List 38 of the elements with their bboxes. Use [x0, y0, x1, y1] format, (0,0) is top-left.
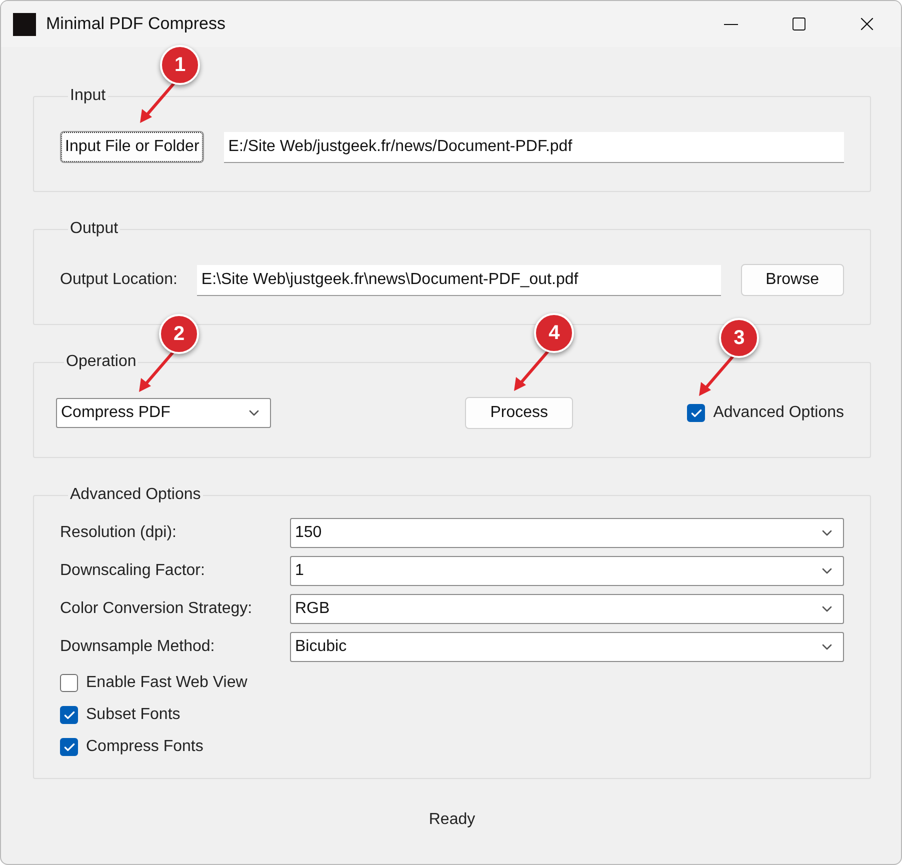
checkbox-label: Advanced Options [713, 404, 844, 422]
option-dropdown[interactable]: Bicubic [290, 632, 844, 662]
checkbox[interactable] [687, 404, 706, 422]
step-marker: 1 [160, 45, 200, 85]
operation-dropdown[interactable]: Compress PDF [56, 398, 271, 428]
checkbox-label: Enable Fast Web View [86, 674, 248, 692]
status-text: Ready [428, 811, 476, 829]
field-label: Color Conversion Strategy: [60, 600, 254, 618]
step-marker: 4 [534, 313, 574, 353]
step-marker: 3 [719, 318, 760, 358]
check-icon [690, 406, 703, 420]
check-icon [62, 740, 76, 754]
checkbox[interactable] [60, 674, 78, 692]
group-title: Advanced Options [69, 486, 202, 504]
app-icon [13, 12, 36, 36]
field-label: Downscaling Factor: [60, 562, 206, 580]
group-title: Output [69, 220, 120, 238]
option-dropdown[interactable]: RGB [290, 594, 844, 624]
field-label: Output Location: [60, 271, 178, 289]
step-marker: 2 [159, 314, 199, 354]
group-title: Input [69, 87, 107, 105]
browse-button[interactable]: Browse [740, 264, 844, 296]
group-title: Operation [65, 353, 138, 371]
maximize-icon [791, 16, 807, 32]
checkbox-label: Compress Fonts [86, 738, 204, 756]
field-label: Downsample Method: [60, 638, 216, 656]
checkbox[interactable] [60, 738, 78, 756]
checkbox-label: Subset Fonts [86, 706, 180, 724]
process-button[interactable]: Process [465, 397, 574, 429]
field-label: Resolution (dpi): [60, 524, 178, 542]
check-icon [62, 708, 76, 722]
option-dropdown[interactable]: 150 [290, 518, 844, 548]
option-dropdown[interactable]: 1 [290, 556, 844, 586]
checkbox[interactable] [60, 706, 78, 724]
input-file-button[interactable]: Input File or Folder [60, 131, 204, 163]
output-path-field[interactable]: E:\Site Web\justgeek.fr\news\Document-PDF_out.pdf [197, 264, 721, 296]
input-path-field[interactable]: E:/Site Web/justgeek.fr/news/Document-PDF.pdf [224, 132, 844, 162]
window-title: Minimal PDF Compress [46, 14, 226, 34]
